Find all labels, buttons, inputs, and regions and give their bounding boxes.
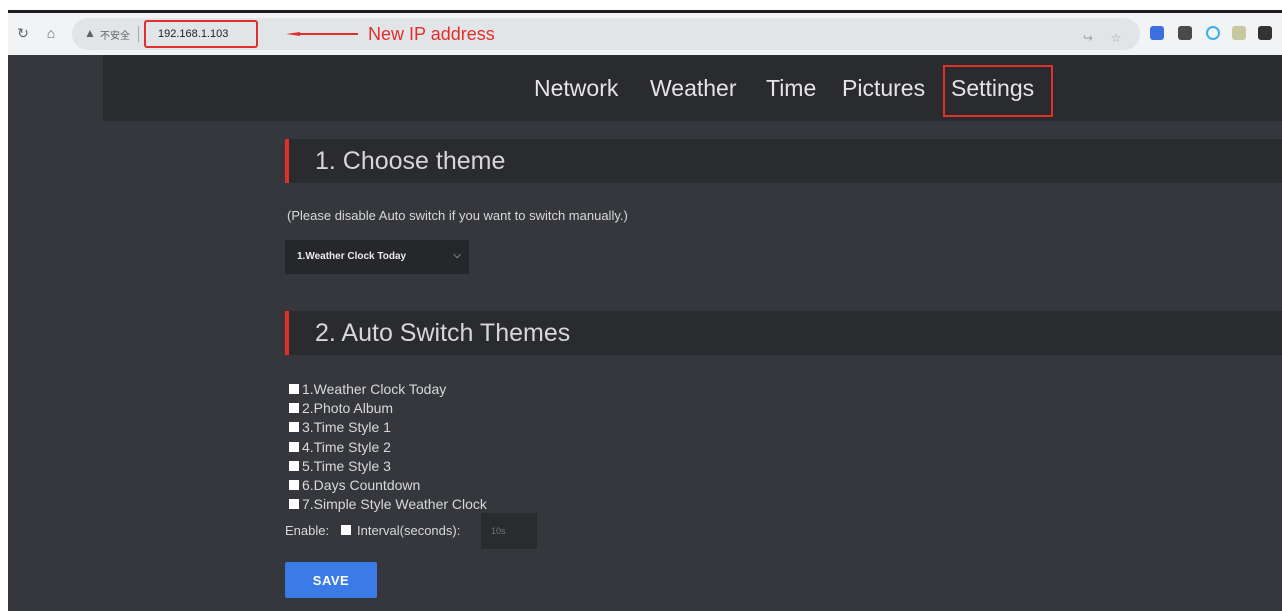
list-item: 2.Photo Album: [289, 398, 487, 417]
theme-label: 1.Weather Clock Today: [302, 380, 447, 397]
theme-checkbox[interactable]: [289, 460, 299, 471]
list-item: 7.Simple Style Weather Clock: [289, 495, 487, 514]
section-choose-theme-header: 1. Choose theme: [285, 139, 1282, 183]
nav-network[interactable]: Network: [534, 75, 618, 102]
share-icon[interactable]: ↪: [1080, 30, 1096, 46]
manual-switch-note: (Please disable Auto switch if you want …: [287, 208, 628, 223]
section-auto-switch-header: 2. Auto Switch Themes: [285, 311, 1282, 355]
annotation-arrow-icon: [286, 32, 358, 36]
home-icon[interactable]: ⌂: [42, 24, 60, 42]
theme-checkbox[interactable]: [289, 441, 299, 452]
theme-select-value: 1.Weather Clock Today: [297, 251, 407, 262]
theme-label: 2.Photo Album: [302, 399, 394, 416]
extension-puzzle-icon[interactable]: [1178, 26, 1192, 40]
theme-checkbox[interactable]: [289, 422, 299, 433]
list-item: 4.Time Style 2: [289, 437, 487, 456]
app-nav-header: Network Weather Time Pictures Settings: [103, 55, 1282, 121]
chevron-down-icon: ⌵: [453, 250, 461, 261]
theme-label: 6.Days Countdown: [302, 477, 421, 494]
app-frame: ↻ ⌂ ▲ 不安全 192.168.1.103 New IP address ↪…: [8, 10, 1282, 611]
theme-label: 7.Simple Style Weather Clock: [302, 496, 487, 513]
browser-toolbar: ↻ ⌂ ▲ 不安全 192.168.1.103 New IP address ↪…: [8, 13, 1282, 55]
annotation-label: New IP address: [368, 24, 495, 44]
theme-label: 5.Time Style 3: [302, 457, 391, 474]
section-title: 2. Auto Switch Themes: [315, 319, 571, 347]
nav-time[interactable]: Time: [766, 75, 816, 102]
section-title: 1. Choose theme: [315, 147, 506, 175]
list-item: 1.Weather Clock Today: [289, 379, 487, 398]
theme-checkbox[interactable]: [289, 383, 299, 394]
url-highlight-box: 192.168.1.103: [144, 20, 258, 48]
theme-checkbox[interactable]: [289, 499, 299, 510]
theme-label: 3.Time Style 1: [302, 419, 391, 436]
interval-label: Interval(seconds):: [357, 523, 461, 538]
enable-label: Enable:: [285, 523, 330, 538]
bookmark-star-icon[interactable]: ☆: [1108, 30, 1124, 46]
nav-pictures[interactable]: Pictures: [842, 75, 925, 102]
address-bar[interactable]: ▲ 不安全 192.168.1.103 New IP address ↪ ☆: [72, 18, 1140, 50]
warning-icon: ▲: [84, 26, 96, 40]
list-item: 3.Time Style 1: [289, 418, 487, 437]
theme-checkbox[interactable]: [289, 402, 299, 413]
insecure-label: 不安全: [100, 31, 130, 42]
nav-weather[interactable]: Weather: [650, 75, 737, 102]
save-button[interactable]: SAVE: [285, 562, 377, 598]
address-separator: [138, 26, 139, 42]
auto-switch-controls: Enable: Interval(seconds):: [285, 513, 565, 549]
extension-image-icon[interactable]: [1232, 26, 1246, 40]
extension-dark-icon[interactable]: [1258, 26, 1272, 40]
theme-checkbox[interactable]: [289, 480, 299, 491]
theme-select[interactable]: 1.Weather Clock Today ⌵: [285, 240, 469, 274]
extension-circle-icon[interactable]: [1206, 26, 1220, 40]
auto-switch-theme-list: 1.Weather Clock Today 2.Photo Album 3.Ti…: [289, 379, 487, 514]
list-item: 5.Time Style 3: [289, 456, 487, 475]
theme-label: 4.Time Style 2: [302, 438, 391, 455]
interval-input[interactable]: [481, 513, 537, 549]
reload-icon[interactable]: ↻: [14, 24, 32, 42]
extension-blue-icon[interactable]: [1150, 26, 1164, 40]
list-item: 6.Days Countdown: [289, 475, 487, 494]
enable-checkbox[interactable]: [341, 525, 351, 535]
url-text[interactable]: 192.168.1.103: [158, 28, 228, 40]
nav-settings[interactable]: Settings: [951, 75, 1034, 102]
